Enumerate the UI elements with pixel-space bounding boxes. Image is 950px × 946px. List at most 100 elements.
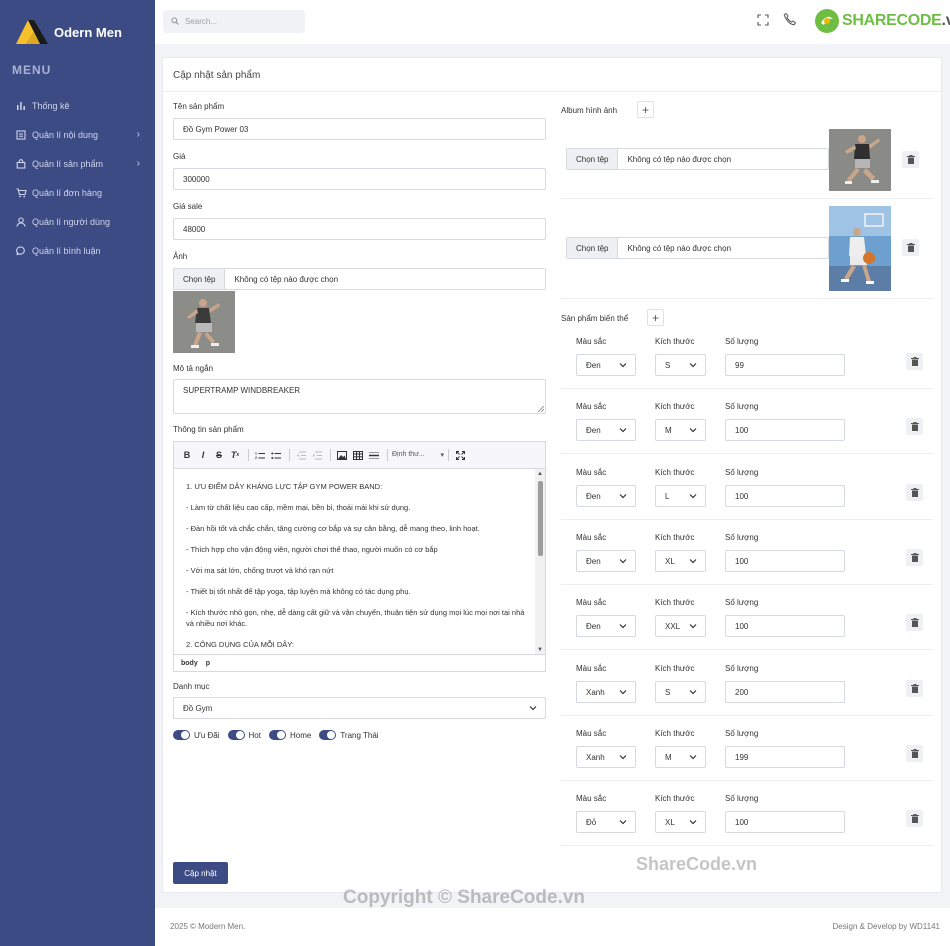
variant-color-select[interactable]: Đen <box>576 485 636 507</box>
variant-color-select[interactable]: Đen <box>576 615 636 637</box>
editor-content[interactable]: 1. ƯU ĐIỂM DÂY KHÁNG LỰC TẬP GYM POWER B… <box>174 469 537 655</box>
size-label: Kích thước <box>655 729 695 738</box>
format-dropdown[interactable]: Định thư... ▾ <box>392 451 444 459</box>
variant-color-select[interactable]: Đen <box>576 419 636 441</box>
variant-color-select[interactable]: Đỏ <box>576 811 636 833</box>
variant-qty-input[interactable]: 100 <box>725 615 845 637</box>
toggle-switch[interactable] <box>268 730 286 740</box>
album-file-input-2[interactable]: Chọn tệp Không có tệp nào được chọn <box>566 237 829 259</box>
chevron-down-icon <box>689 820 697 825</box>
sidebar-item-san-pham[interactable]: Quản lí sản phẩm › <box>0 149 155 178</box>
delete-album-2-button[interactable] <box>902 239 919 256</box>
delete-variant-button[interactable] <box>906 484 923 501</box>
bold-icon[interactable]: B <box>180 448 194 462</box>
numbered-list-icon[interactable]: 12 <box>253 448 267 462</box>
add-album-button[interactable]: + <box>637 101 654 118</box>
maximize-icon[interactable] <box>453 448 467 462</box>
variant-color-select[interactable]: Đen <box>576 550 636 572</box>
remove-format-icon[interactable]: Tx <box>228 448 242 462</box>
variant-qty-input[interactable]: 200 <box>725 681 845 703</box>
delete-variant-button[interactable] <box>906 614 923 631</box>
phone-icon[interactable] <box>783 12 797 26</box>
scroll-down-icon[interactable]: ▼ <box>537 647 543 653</box>
sidebar-item-nguoi-dung[interactable]: Quản lí người dùng <box>0 207 155 236</box>
logo[interactable]: Odern Men <box>14 18 122 46</box>
image-file-input[interactable]: Chọn tệp Không có tệp nào được chọn <box>173 268 546 290</box>
update-button[interactable]: Cập nhật <box>173 862 228 884</box>
variant-qty-input[interactable]: 199 <box>725 746 845 768</box>
album-file-input-1[interactable]: Chọn tệp Không có tệp nào được chọn <box>566 148 829 170</box>
sidebar-item-noi-dung[interactable]: Quản lí nội dung › <box>0 120 155 149</box>
search-input[interactable]: Search... <box>163 10 305 33</box>
toggle-group: Ưu Đãi Hot Home Trang Thái <box>173 730 387 740</box>
toggle-home[interactable]: Home <box>268 730 312 740</box>
toggle-switch[interactable] <box>319 730 337 740</box>
variant-color-select[interactable]: Đen <box>576 354 636 376</box>
sidebar-item-binh-luan[interactable]: Quản lí bình luận <box>0 236 155 265</box>
variant-color-value: Đen <box>586 425 601 435</box>
toggle-hot[interactable]: Hot <box>227 730 261 740</box>
divider <box>561 715 933 716</box>
path-item[interactable]: p <box>206 660 210 667</box>
toggle-switch[interactable] <box>227 730 245 740</box>
variant-size-select[interactable]: XL <box>655 550 706 572</box>
toggle-switch[interactable] <box>173 730 190 740</box>
variant-size-select[interactable]: M <box>655 419 706 441</box>
italic-icon[interactable]: I <box>196 448 210 462</box>
variant-size-select[interactable]: XXL <box>655 615 706 637</box>
bulleted-list-icon[interactable] <box>269 448 283 462</box>
variant-size-select[interactable]: XL <box>655 811 706 833</box>
variant-size-select[interactable]: S <box>655 354 706 376</box>
image-icon[interactable] <box>335 448 349 462</box>
variant-color-select[interactable]: Xanh <box>576 746 636 768</box>
fullscreen-icon[interactable] <box>757 13 769 26</box>
scroll-up-icon[interactable]: ▲ <box>537 471 543 477</box>
variant-size-select[interactable]: S <box>655 681 706 703</box>
toggle-uu-dai[interactable]: Ưu Đãi <box>173 730 220 740</box>
variant-qty-input[interactable]: 100 <box>725 485 845 507</box>
choose-file-button[interactable]: Chọn tệp <box>567 238 619 258</box>
divider <box>561 198 933 199</box>
price-input[interactable]: 300000 <box>173 168 546 190</box>
variant-qty-input[interactable]: 100 <box>725 811 845 833</box>
toggle-trang-thai[interactable]: Trang Thái <box>319 730 379 740</box>
delete-variant-button[interactable] <box>906 745 923 762</box>
rich-text-editor[interactable]: B I S Tx 12 Định thư... ▾ 1. ƯU ĐIỂM DÂY … <box>173 441 546 672</box>
variant-qty-input[interactable]: 100 <box>725 419 845 441</box>
sidebar-item-don-hang[interactable]: Quản lí đơn hàng <box>0 178 155 207</box>
product-image-thumb <box>173 291 235 353</box>
add-variant-button[interactable]: + <box>647 309 664 326</box>
delete-variant-button[interactable] <box>906 549 923 566</box>
variant-qty-input[interactable]: 100 <box>725 550 845 572</box>
path-item[interactable]: body <box>181 660 198 667</box>
name-input[interactable]: Đồ Gym Power 03 <box>173 118 546 140</box>
indent-icon[interactable] <box>310 448 324 462</box>
short-desc-textarea[interactable]: SUPERTRAMP WINDBREAKER <box>173 379 546 414</box>
variant-size-select[interactable]: L <box>655 485 706 507</box>
variant-size-select[interactable]: M <box>655 746 706 768</box>
chevron-down-icon <box>619 559 627 564</box>
table-icon[interactable] <box>351 448 365 462</box>
chevron-right-icon: › <box>136 129 140 140</box>
editor-scroll-thumb[interactable] <box>538 481 543 556</box>
delete-variant-button[interactable] <box>906 810 923 827</box>
delete-variant-button[interactable] <box>906 680 923 697</box>
editor-scrollbar[interactable]: ▲ ▼ <box>535 469 545 655</box>
choose-file-button[interactable]: Chọn tệp <box>567 149 619 169</box>
variant-color-select[interactable]: Xanh <box>576 681 636 703</box>
delete-variant-button[interactable] <box>906 418 923 435</box>
chevron-down-icon <box>619 363 627 368</box>
toggle-label: Home <box>289 730 312 740</box>
delete-album-1-button[interactable] <box>902 151 919 168</box>
category-select[interactable]: Đồ Gym <box>173 697 546 719</box>
outdent-icon[interactable] <box>294 448 308 462</box>
strikethrough-icon[interactable]: S <box>212 448 226 462</box>
image-label: Ảnh <box>173 252 188 261</box>
resize-handle-icon[interactable] <box>538 406 544 412</box>
delete-variant-button[interactable] <box>906 353 923 370</box>
sale-input[interactable]: 48000 <box>173 218 546 240</box>
variant-qty-input[interactable]: 99 <box>725 354 845 376</box>
horizontal-line-icon[interactable] <box>367 448 381 462</box>
sidebar-item-thong-ke[interactable]: Thống kê <box>0 91 155 120</box>
choose-file-button[interactable]: Chọn tệp <box>174 269 226 289</box>
